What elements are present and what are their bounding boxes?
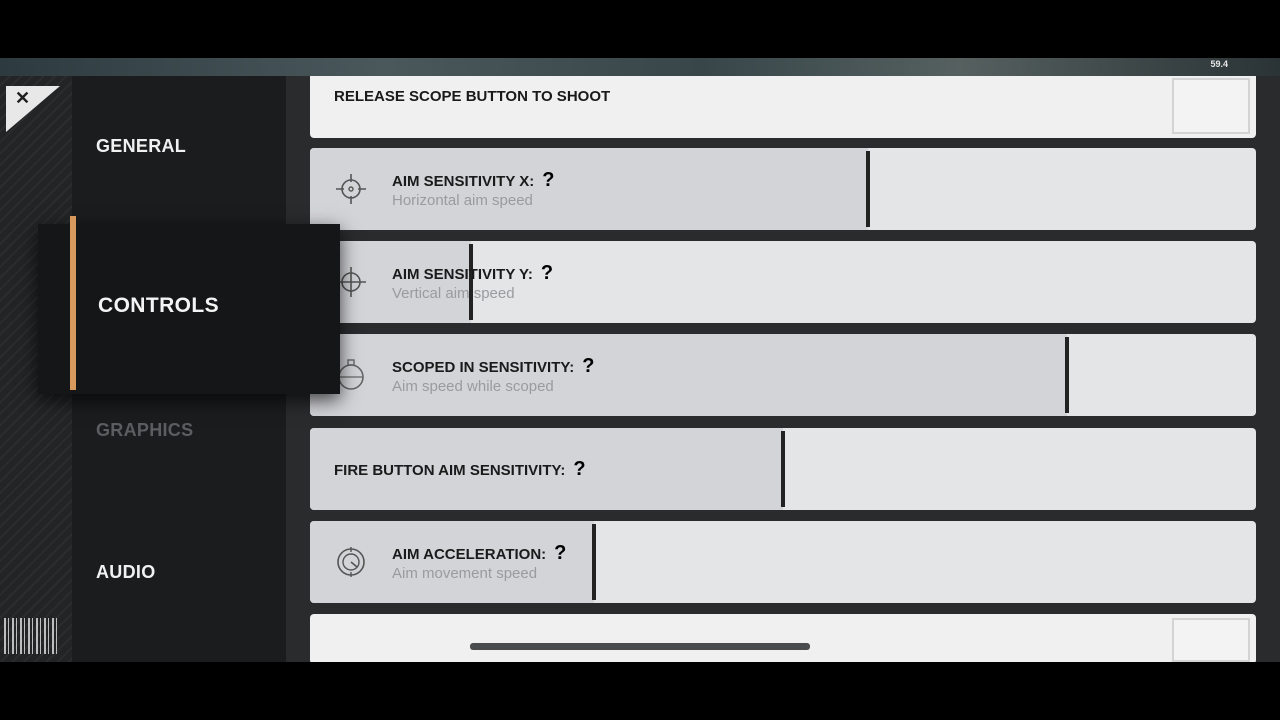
aim-sensitivity-x-subtitle: Horizontal aim speed: [392, 192, 533, 209]
nav-item-controls-label: CONTROLS: [98, 294, 220, 317]
settings-list: RELEASE SCOPE BUTTON TO SHOOT AIM SENSIT…: [286, 76, 1280, 662]
aim-sensitivity-x-title: AIM SENSITIVITY X:?: [392, 169, 554, 192]
aim-sensitivity-y-title: AIM SENSITIVITY Y:?: [392, 262, 553, 285]
target-icon: [337, 547, 365, 577]
help-icon[interactable]: ?: [573, 458, 585, 480]
scoped-sensitivity-title: SCOPED IN SENSITIVITY:?: [392, 355, 594, 378]
aim-acceleration-handle[interactable]: [591, 524, 596, 600]
active-indicator: [70, 216, 76, 390]
crosshair-icon: [336, 174, 366, 204]
aim-sensitivity-x-handle[interactable]: [866, 151, 871, 227]
settings-screen: 59.4 ✕ GENERAL GRAPHICS AUDIO RELEASE SC…: [0, 58, 1280, 662]
next-setting-toggle[interactable]: [1172, 618, 1250, 662]
fire-button-sensitivity-row: FIRE BUTTON AIM SENSITIVITY:?: [310, 428, 1256, 510]
release-scope-label: RELEASE SCOPE BUTTON TO SHOOT: [334, 88, 611, 105]
aim-sensitivity-y-row: AIM SENSITIVITY Y:? Vertical aim speed: [310, 241, 1256, 323]
nav-item-controls[interactable]: CONTROLS: [38, 216, 340, 394]
close-icon: ✕: [15, 88, 31, 108]
scoped-sensitivity-subtitle: Aim speed while scoped: [392, 378, 554, 395]
aim-acceleration-subtitle: Aim movement speed: [392, 565, 538, 582]
letterbox-bottom: [0, 662, 1280, 720]
help-icon[interactable]: ?: [582, 355, 594, 377]
help-icon[interactable]: ?: [554, 542, 566, 564]
aim-sensitivity-y-label: AIM SENSITIVITY Y:: [392, 266, 533, 283]
release-scope-row: RELEASE SCOPE BUTTON TO SHOOT: [310, 76, 1256, 138]
scoped-sensitivity-handle[interactable]: [1064, 337, 1069, 413]
help-icon[interactable]: ?: [541, 262, 553, 284]
nav-item-audio[interactable]: AUDIO: [96, 562, 156, 583]
horizontal-scrollbar[interactable]: [470, 643, 810, 650]
scoped-sensitivity-row: SCOPED IN SENSITIVITY:? Aim speed while …: [310, 334, 1256, 416]
aim-acceleration-label: AIM ACCELERATION:: [392, 546, 547, 563]
fire-button-sensitivity-handle[interactable]: [781, 431, 785, 507]
scoped-sensitivity-label: SCOPED IN SENSITIVITY:: [392, 359, 575, 376]
barcode-decoration: [4, 618, 58, 654]
letterbox-top: [0, 0, 1280, 58]
fire-button-sensitivity-label: FIRE BUTTON AIM SENSITIVITY:: [334, 462, 566, 479]
release-scope-toggle[interactable]: [1172, 78, 1250, 134]
help-icon[interactable]: ?: [542, 169, 554, 191]
next-setting-row: [310, 614, 1256, 662]
aim-acceleration-row: AIM ACCELERATION:? Aim movement speed: [310, 521, 1256, 603]
top-strip: 59.4: [0, 58, 1280, 76]
aim-sensitivity-x-row: AIM SENSITIVITY X:? Horizontal aim speed: [310, 148, 1256, 230]
nav-item-graphics[interactable]: GRAPHICS: [96, 420, 193, 441]
aim-sensitivity-x-label: AIM SENSITIVITY X:: [392, 173, 535, 190]
fire-button-sensitivity-title: FIRE BUTTON AIM SENSITIVITY:?: [334, 458, 586, 481]
fps-counter: 59.4: [1210, 59, 1228, 69]
nav-item-general[interactable]: GENERAL: [96, 136, 186, 157]
aim-acceleration-title: AIM ACCELERATION:?: [392, 542, 566, 565]
aim-sensitivity-y-subtitle: Vertical aim speed: [392, 285, 515, 302]
